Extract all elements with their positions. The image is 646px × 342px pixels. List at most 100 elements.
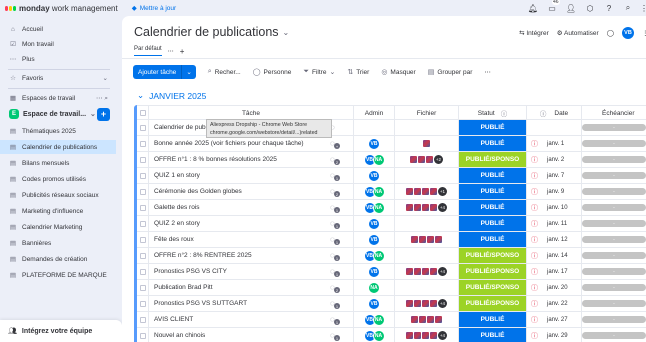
status-badge[interactable]: PUBLIÉ/SPONSO xyxy=(458,248,526,263)
timeline-cell[interactable]: - xyxy=(581,168,646,183)
row-checkbox[interactable] xyxy=(139,332,146,339)
task-cell[interactable]: Pronostics PSG VS CITY ◌ 1 xyxy=(148,264,353,279)
updates-icon[interactable]: ◌ 1 xyxy=(330,203,340,213)
file-thumbnail[interactable] xyxy=(426,316,434,323)
file-cell[interactable]: +4 xyxy=(394,200,458,215)
file-cell[interactable] xyxy=(394,280,458,295)
file-thumbnail[interactable] xyxy=(422,268,429,275)
avatar[interactable]: VB xyxy=(368,169,380,182)
status-badge[interactable]: PUBLIÉ/SPONSO xyxy=(458,152,526,167)
avatar[interactable]: NA xyxy=(372,329,385,342)
date-cell[interactable]: ⓘ janv. 12 xyxy=(526,232,581,247)
add-board-button[interactable]: + xyxy=(97,107,110,121)
updates-icon[interactable]: ◌ 1 xyxy=(330,171,340,181)
date-cell[interactable]: ⓘ janv. 9 xyxy=(526,184,581,199)
file-thumbnail[interactable] xyxy=(434,236,442,243)
file-thumbnail[interactable] xyxy=(422,332,429,339)
updates-icon[interactable]: ◌ 2 xyxy=(330,283,340,293)
avatar[interactable]: VB xyxy=(368,137,380,150)
avatar[interactable]: VB xyxy=(368,265,380,278)
admin-cell[interactable]: VB NA xyxy=(353,184,394,199)
updates-icon[interactable]: ◌ 1 xyxy=(330,251,340,261)
column-header-status[interactable]: Statut ⓘ xyxy=(458,106,526,120)
sidebar-item-my-work[interactable]: ☑ Mon travail xyxy=(0,37,116,51)
updates-icon[interactable]: ◌ 1 xyxy=(330,331,340,341)
file-cell[interactable] xyxy=(394,120,458,135)
admin-cell[interactable]: VB xyxy=(353,216,394,231)
updates-icon[interactable]: ◌ 1 xyxy=(330,267,340,277)
status-badge[interactable]: PUBLIÉ xyxy=(458,216,526,231)
file-cell[interactable]: +4 xyxy=(394,264,458,279)
status-badge[interactable]: PUBLIÉ xyxy=(458,136,526,151)
sidebar-board-item[interactable]: ▤ Bannières xyxy=(0,236,116,250)
sidebar-board-item[interactable]: ▤ Demandes de création xyxy=(0,252,116,266)
avatar[interactable]: VB xyxy=(368,297,380,310)
avatar[interactable]: NA xyxy=(368,281,380,294)
column-header-timeline[interactable]: Échéancier xyxy=(581,106,646,120)
column-header-date[interactable]: ⓘ Date xyxy=(526,106,581,120)
admin-cell[interactable]: VB xyxy=(353,136,394,151)
status-badge[interactable]: PUBLIÉ xyxy=(458,232,526,247)
timeline-cell[interactable]: - xyxy=(581,232,646,247)
task-cell[interactable]: OFFRE n°2 : 8% RENTRÉE 2025 ◌ 1 xyxy=(148,248,353,263)
tab-default-view[interactable]: Par défaut xyxy=(134,46,162,56)
task-cell[interactable]: Bonne année 2025 (voir fichiers pour cha… xyxy=(148,136,353,151)
file-thumbnail[interactable] xyxy=(410,236,418,243)
admin-cell[interactable]: VB NA xyxy=(353,328,394,342)
group-by-button[interactable]: ▤ Grouper par xyxy=(428,68,473,77)
status-badge[interactable]: PUBLIÉ xyxy=(458,200,526,215)
file-cell[interactable] xyxy=(394,232,458,247)
avatar[interactable]: NA xyxy=(372,313,385,326)
file-cell[interactable] xyxy=(394,312,458,327)
table-row[interactable]: Publication Brad Pitt ◌ 2 NA PUBLIÉ/SPONSO ⓘ j… xyxy=(137,280,646,296)
sidebar-board-item[interactable]: ▤ Bilans mensuels xyxy=(0,156,116,170)
table-row[interactable]: Pronostics PSG VS SUTTGART ◌ 1 VB +4 PUBLIÉ/S… xyxy=(137,296,646,312)
admin-cell[interactable]: VB xyxy=(353,232,394,247)
task-cell[interactable]: Nouvel an chinois ◌ 1 xyxy=(148,328,353,342)
avatar[interactable]: VB xyxy=(622,27,634,39)
task-cell[interactable]: AVIS CLIENT ◌ 1 xyxy=(148,312,353,327)
info-icon[interactable]: ⓘ xyxy=(501,108,508,118)
date-cell[interactable]: ⓘ janv. 1 xyxy=(526,136,581,151)
table-row[interactable]: OFFRE n°1 : 8 % bonnes résolutions 2025 ◌… xyxy=(137,152,646,168)
admin-cell[interactable]: VB xyxy=(353,168,394,183)
status-badge[interactable]: PUBLIÉ xyxy=(458,312,526,327)
table-row[interactable]: QUIZ 2 en story ◌ 1 VB PUBLIÉ ⓘ janv. 11 - xyxy=(137,216,646,232)
task-cell[interactable]: Galette des rois ◌ 1 xyxy=(148,200,353,215)
file-thumbnail[interactable] xyxy=(414,188,421,195)
sidebar-board-item[interactable]: ▤ Codes promos utilisés xyxy=(0,172,116,186)
admin-cell[interactable]: VB NA xyxy=(353,248,394,263)
more-files-badge[interactable]: +4 xyxy=(438,299,447,308)
more-files-badge[interactable]: +2 xyxy=(434,155,443,164)
date-cell[interactable]: ⓘ janv. 17 xyxy=(526,264,581,279)
status-badge[interactable]: PUBLIÉ xyxy=(458,328,526,342)
table-row[interactable]: QUIZ 1 en story ◌ 1 VB PUBLIÉ ⓘ janv. 7 - xyxy=(137,168,646,184)
inbox-icon[interactable]: ▭ 46 xyxy=(547,0,560,13)
table-row[interactable]: Fête des roux ◌ 1 VB PUBLIÉ ⓘ janv. 12 - xyxy=(137,232,646,248)
table-row[interactable]: Cérémonie des Golden globes ◌ 2 VB NA +1 PUBLI… xyxy=(137,184,646,200)
avatar[interactable]: VB xyxy=(368,233,380,246)
date-cell[interactable]: ⓘ janv. 27 xyxy=(526,312,581,327)
admin-cell[interactable]: VB xyxy=(353,296,394,311)
add-item-button[interactable]: Ajouter tâche ⌄ xyxy=(133,65,196,79)
date-cell[interactable]: ⓘ janv. 7 xyxy=(526,168,581,183)
info-icon[interactable]: ⓘ xyxy=(540,108,547,118)
file-thumbnail[interactable] xyxy=(410,156,417,163)
date-cell[interactable]: ⓘ janv. 11 xyxy=(526,216,581,231)
table-row[interactable]: Nouvel an chinois ◌ 1 VB NA +4 PUBLIÉ ⓘ janv. 29… xyxy=(137,328,646,342)
table-row[interactable]: Galette des rois ◌ 1 VB NA +4 PUBLIÉ ⓘ janv. 10 - xyxy=(137,200,646,216)
row-checkbox[interactable] xyxy=(139,188,146,195)
help-icon[interactable]: ? xyxy=(604,3,614,13)
file-thumbnail[interactable] xyxy=(406,300,413,307)
sidebar-item-workspaces[interactable]: ▦ Espaces de travail ⋯ ⌕ xyxy=(0,91,116,105)
sidebar-board-item[interactable]: ▤ Calendrier de publications xyxy=(0,140,116,154)
bell-icon[interactable]: 🔔︎ xyxy=(528,3,538,13)
sidebar-board-item[interactable]: ▤ Marketing d'influence xyxy=(0,204,116,218)
search-icon[interactable]: ⌕ xyxy=(623,3,633,13)
file-thumbnail[interactable] xyxy=(434,316,442,323)
sidebar-item-more[interactable]: ⋯ Plus xyxy=(0,52,116,66)
file-thumbnail[interactable] xyxy=(426,156,433,163)
invite-icon[interactable]: 👤︎ xyxy=(566,3,576,13)
file-thumbnail[interactable] xyxy=(418,236,426,243)
file-thumbnail[interactable] xyxy=(406,332,413,339)
